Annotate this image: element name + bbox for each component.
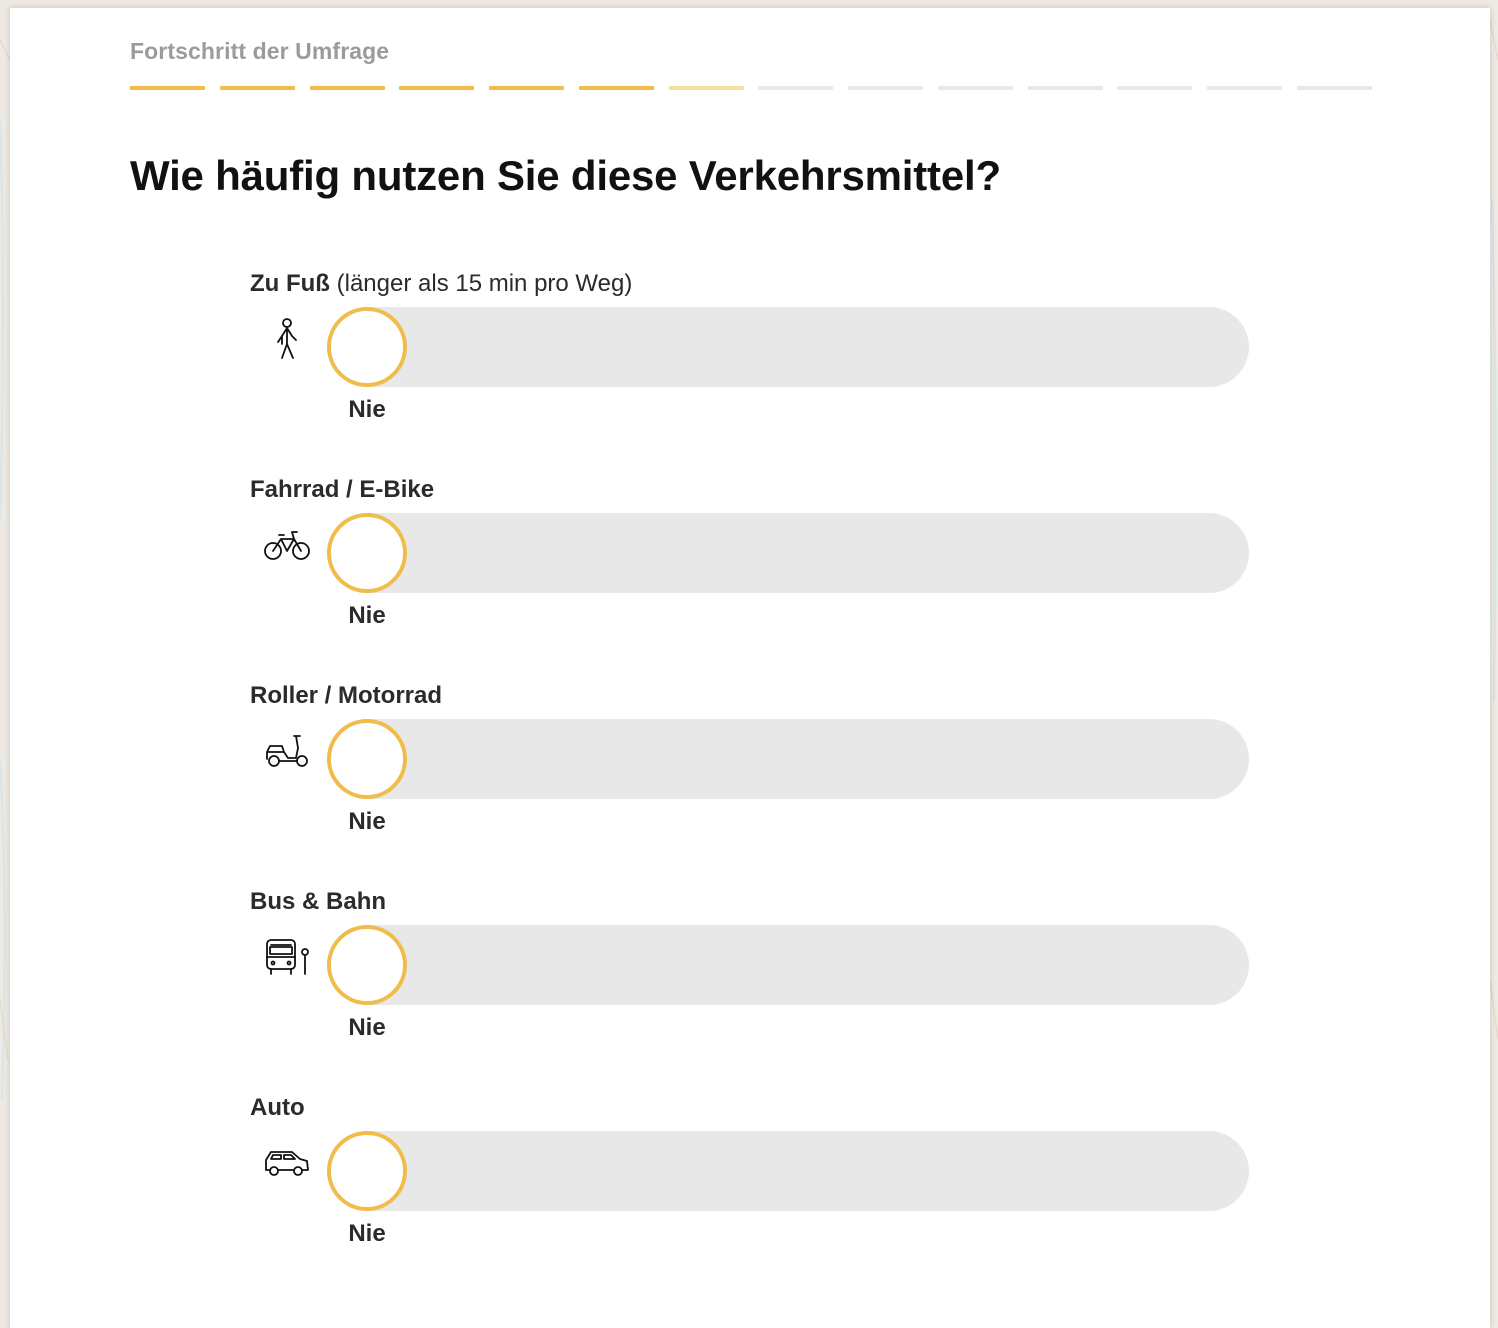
item-label-title: Zu Fuß bbox=[250, 270, 330, 297]
item-label: Zu Fuß (länger als 15 min pro Weg) bbox=[250, 270, 632, 298]
progress-segment-done bbox=[310, 86, 385, 90]
progress-segment-todo bbox=[938, 86, 1013, 90]
bus-stop-icon bbox=[262, 932, 312, 982]
progress-label: Fortschritt der Umfrage bbox=[130, 38, 390, 64]
progress-segment-done bbox=[220, 86, 295, 90]
item-label-title: Auto bbox=[250, 1094, 305, 1121]
item-label: Fahrrad / E-Bike bbox=[250, 476, 434, 504]
frequency-slider-track[interactable] bbox=[327, 719, 1249, 799]
transport-item-bicycle: Fahrrad / E-Bike Nie bbox=[250, 476, 1250, 646]
frequency-slider-knob[interactable] bbox=[327, 1131, 407, 1211]
item-label: Auto bbox=[250, 1094, 305, 1122]
progress-segment-todo bbox=[758, 86, 833, 90]
frequency-slider-knob[interactable] bbox=[327, 925, 407, 1005]
progress-segment-todo bbox=[1297, 86, 1372, 90]
frequency-value: Nie bbox=[348, 1220, 386, 1247]
progress-segment-todo bbox=[1028, 86, 1103, 90]
progress-segment-done bbox=[130, 86, 205, 90]
progress-segment-done bbox=[489, 86, 564, 90]
frequency-value: Nie bbox=[348, 602, 386, 629]
item-label-subtitle: (länger als 15 min pro Weg) bbox=[329, 270, 633, 297]
frequency-value: Nie bbox=[348, 396, 386, 423]
frequency-value: Nie bbox=[348, 1014, 386, 1041]
frequency-value: Nie bbox=[348, 808, 386, 835]
question-title: Wie häufig nutzen Sie diese Verkehrsmitt… bbox=[130, 152, 1001, 199]
bicycle-icon bbox=[262, 520, 312, 570]
transport-item-walking: Zu Fuß (länger als 15 min pro Weg) Nie bbox=[250, 270, 1250, 440]
car-icon bbox=[262, 1138, 312, 1188]
progress-segment-todo bbox=[1117, 86, 1192, 90]
progress-segment-todo bbox=[1207, 86, 1282, 90]
progress-segment-done bbox=[579, 86, 654, 90]
transport-item-public-transport: Bus & Bahn Nie bbox=[250, 888, 1250, 1058]
survey-progress-bar bbox=[130, 86, 1372, 90]
item-label-title: Roller / Motorrad bbox=[250, 682, 443, 709]
item-label-title: Bus & Bahn bbox=[250, 888, 387, 915]
frequency-slider-knob[interactable] bbox=[327, 513, 407, 593]
item-label: Bus & Bahn bbox=[250, 888, 386, 916]
frequency-slider-track[interactable] bbox=[327, 925, 1249, 1005]
progress-segment-todo bbox=[848, 86, 923, 90]
item-label: Roller / Motorrad bbox=[250, 682, 442, 710]
transport-item-scooter: Roller / Motorrad Nie bbox=[250, 682, 1250, 852]
transport-item-car: Auto Nie bbox=[250, 1094, 1250, 1264]
walking-person-icon bbox=[262, 314, 312, 364]
frequency-slider-track[interactable] bbox=[327, 307, 1249, 387]
survey-card: Fortschritt der Umfrage Wie häufig nutze… bbox=[10, 8, 1490, 1328]
scooter-icon bbox=[262, 726, 312, 776]
progress-segment-current bbox=[669, 86, 744, 90]
progress-segment-done bbox=[399, 86, 474, 90]
frequency-slider-knob[interactable] bbox=[327, 719, 407, 799]
item-label-title: Fahrrad / E-Bike bbox=[250, 476, 435, 503]
frequency-slider-track[interactable] bbox=[327, 1131, 1249, 1211]
frequency-slider-track[interactable] bbox=[327, 513, 1249, 593]
frequency-slider-knob[interactable] bbox=[327, 307, 407, 387]
